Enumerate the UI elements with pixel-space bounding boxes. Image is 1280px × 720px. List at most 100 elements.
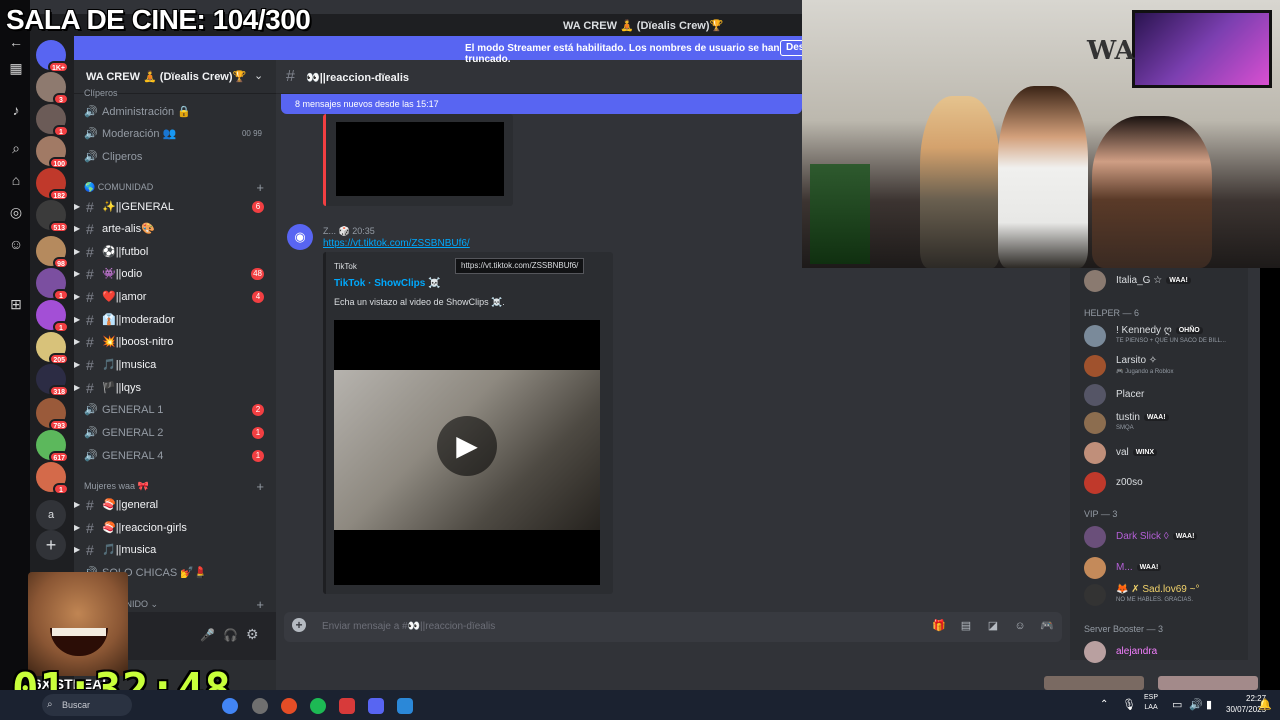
member-item[interactable]: M... WAA! [1084,555,1244,581]
expand-arrow-icon[interactable]: ▶ [74,242,80,262]
expand-arrow-icon[interactable]: ▶ [74,332,80,352]
server-icon[interactable]: 1 [36,104,69,137]
grid-icon[interactable]: ▦ [8,60,24,76]
play-icon[interactable]: ▶ [437,416,497,476]
channel-item[interactable]: ▶ # 🎵||musica [74,355,270,375]
server-icon[interactable]: 1 [36,300,69,333]
server-icon[interactable]: 98 [36,236,69,269]
window-preview-2[interactable] [1158,676,1258,690]
server-icon[interactable]: 3 [36,72,69,105]
server-icon[interactable]: 205 [36,332,69,365]
category-community[interactable]: 🌎 COMUNIDAD + [84,180,270,196]
settings-app-icon[interactable] [252,698,268,714]
member-item[interactable]: alejandra [1084,639,1244,665]
member-item[interactable]: 🦊 ✗ Sad.lov69 ~° NO ME HABLES. GRACIAS. [1084,582,1244,608]
message-composer[interactable]: + Enviar mensaje a #👀||reaccion-dïealis … [284,612,1062,642]
server-icon[interactable]: 793 [36,398,69,431]
channel-item[interactable]: 🔊 Cliperos [82,147,270,167]
gift-icon[interactable]: 🎁 [932,619,946,633]
compass-icon[interactable]: ◎ [8,204,24,220]
expand-arrow-icon[interactable]: ▶ [74,310,80,330]
taskbar-search[interactable]: ⌕ Buscar [42,694,132,716]
headphones-icon[interactable]: 🎧 [223,628,238,642]
channel-item[interactable]: ▶ # 👾||odio 48 [74,264,270,284]
server-icon[interactable]: 100 [36,136,69,169]
app-icon[interactable] [397,698,413,714]
channel-item[interactable]: ▶ # 💥||boost-nitro [74,332,270,352]
media-app-icon[interactable] [339,698,355,714]
language-indicator[interactable]: ESP LAA [1144,693,1158,713]
user-icon[interactable]: ☺ [8,236,24,252]
expand-arrow-icon[interactable]: ▶ [74,540,80,560]
home-icon[interactable]: ⌂ [8,172,24,188]
channel-item[interactable]: ▶ # 🎵||musica [74,540,270,560]
server-icon[interactable]: a [36,500,66,530]
plus-box-icon[interactable]: ⊞ [8,296,24,312]
mic-tray-icon[interactable]: 🎙 [1122,698,1136,711]
member-item[interactable]: Larsito ✧ 🎮 Jugando a Roblox [1084,353,1244,379]
battery-icon[interactable]: ▮ [1206,698,1212,711]
message-author[interactable]: Z... 🎲 20:35 [323,226,375,237]
server-icon[interactable]: 513 [36,200,69,233]
member-item[interactable]: Dark Slick ◊ WAA! [1084,524,1244,550]
server-icon[interactable]: 1 [36,268,69,301]
previous-video-thumbnail[interactable] [336,122,504,196]
tray-chevron-icon[interactable]: ⌃ [1100,699,1108,710]
emoji-icon[interactable]: ☺ [1013,619,1027,633]
channel-item[interactable]: ▶ # ✨||GENERAL 6 [74,197,270,217]
expand-arrow-icon[interactable]: ▶ [74,355,80,375]
category-women[interactable]: Mujeres waa 🎀 + [84,479,270,495]
category-clipers[interactable]: Clíperos [84,88,270,102]
author-avatar[interactable]: ◉ [287,224,313,250]
tiktok-link[interactable]: https://vt.tiktok.com/ZSSBNBUf6/ [323,238,470,249]
add-channel-icon[interactable]: + [256,180,264,195]
member-item[interactable]: Placer [1084,382,1244,408]
settings-gear-icon[interactable]: ⚙ [246,626,259,643]
channel-item[interactable]: 🔊 GENERAL 4 1 [82,446,270,466]
new-messages-bar[interactable]: 8 mensajes nuevos desde las 15:17 [281,94,802,114]
embed-title[interactable]: TikTok · ShowClips ☠️ [334,278,441,289]
search-icon[interactable]: ⌕ [8,140,24,156]
activity-icon[interactable]: 🎮 [1040,619,1054,633]
attach-plus-icon[interactable]: + [292,618,306,632]
channel-item[interactable]: ▶ # ❤️||amor 4 [74,287,270,307]
channel-item[interactable]: 🔊 GENERAL 2 1 [82,423,270,443]
member-item[interactable]: Italia_G ☆ WAA! [1084,268,1244,294]
channel-item[interactable]: 🔊 Moderación 👥 00 99 [82,124,270,144]
chevron-down-icon[interactable]: ⌄ [254,69,263,82]
server-icon[interactable]: 617 [36,430,69,463]
member-item[interactable]: ! Kennedy ღ OHÑO TE PIENSO + QUE UN SACO D… [1084,323,1244,349]
volume-icon[interactable]: 🔊 [1189,698,1203,711]
expand-arrow-icon[interactable]: ▶ [74,518,80,538]
expand-arrow-icon[interactable]: ▶ [74,219,80,239]
expand-arrow-icon[interactable]: ▶ [74,287,80,307]
window-preview-1[interactable] [1044,676,1144,690]
member-item[interactable]: z00so [1084,470,1244,496]
expand-arrow-icon[interactable]: ▶ [74,378,80,398]
member-item[interactable]: val WINX [1084,440,1244,466]
member-item[interactable]: tustin WAA! SMQA [1084,410,1244,436]
channel-item[interactable]: ▶ # 👔||moderador [74,310,270,330]
tiktok-icon[interactable]: ♪ [8,102,24,118]
gif-icon[interactable]: ▤ [959,619,973,633]
channel-item[interactable]: 🔊 GENERAL 1 2 [82,400,270,420]
notification-bell-icon[interactable]: 🔔 [1258,698,1272,711]
spotify-icon[interactable] [310,698,326,714]
channel-item[interactable]: 🔊 Administración 🔒 [82,102,270,122]
network-icon[interactable]: ▭ [1172,698,1182,711]
expand-arrow-icon[interactable]: ▶ [74,197,80,217]
expand-arrow-icon[interactable]: ▶ [74,264,80,284]
server-icon[interactable]: 1K+ [36,40,69,73]
channel-item[interactable]: ▶ # ⚽||futbol [74,242,270,262]
discord-taskbar-icon[interactable] [368,698,384,714]
add-channel-icon[interactable]: + [256,597,264,612]
server-icon[interactable]: 318 [36,364,69,397]
browser-icon[interactable] [281,698,297,714]
sticker-icon[interactable]: ◪ [986,619,1000,633]
back-arrow-icon[interactable]: ← [8,34,24,50]
server-icon[interactable]: 182 [36,168,69,201]
channel-item[interactable]: ▶ # 🍣||reaccion-girls [74,518,270,538]
chrome-icon[interactable] [222,698,238,714]
add-channel-icon[interactable]: + [256,479,264,494]
channel-item[interactable]: ▶ # 🏴||lqys [74,378,270,398]
